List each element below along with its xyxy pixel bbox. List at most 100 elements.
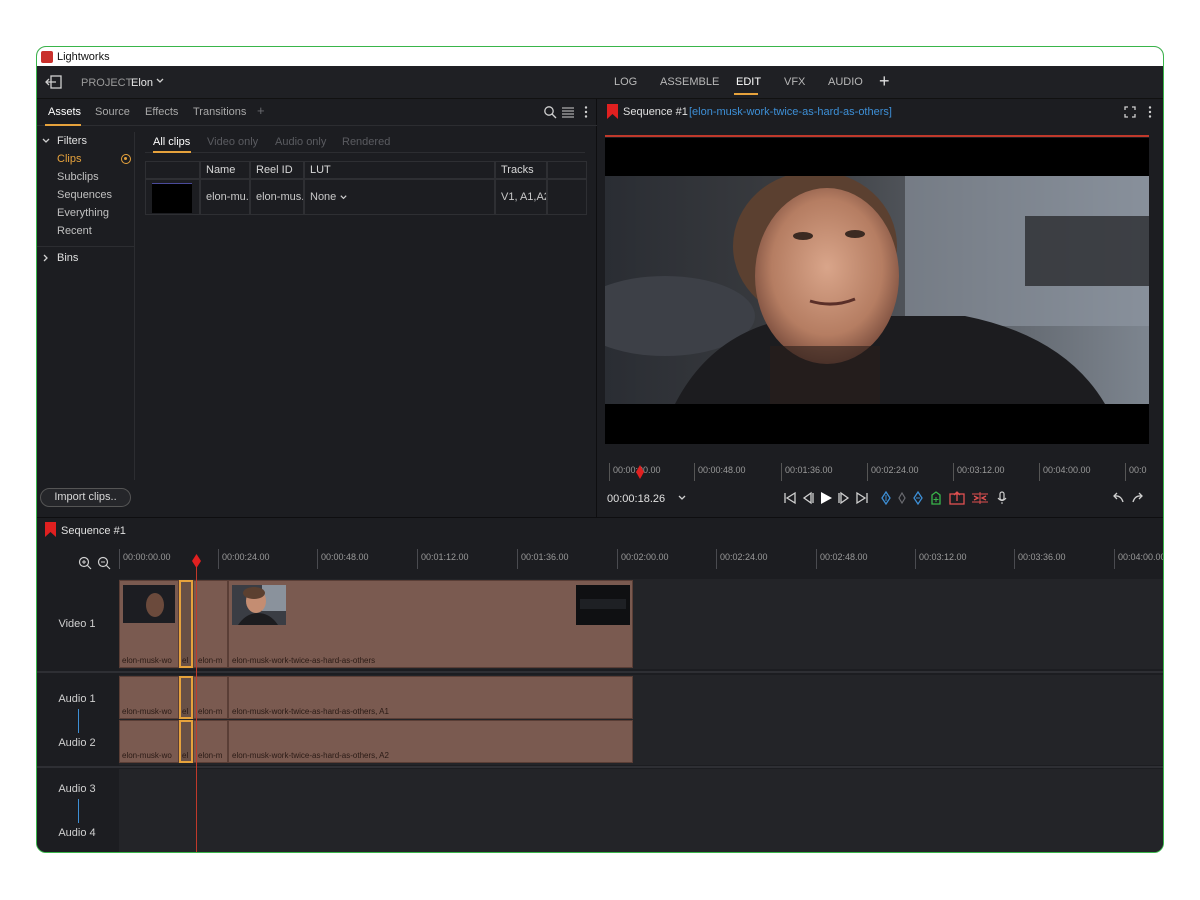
timeline-playhead-icon[interactable] — [192, 554, 201, 568]
video-preview[interactable] — [605, 138, 1149, 444]
sequence-viewer: Sequence #1 [elon-musk-work-twice-as-har… — [599, 99, 1163, 517]
column-header-tracks[interactable]: Tracks — [495, 161, 547, 179]
timeline-ruler[interactable]: 00:00:00.00 00:00:24.00 00:00:48.00 00:0… — [117, 549, 1163, 573]
audio-clip[interactable]: elon-m — [193, 676, 228, 719]
zoom-out-icon[interactable] — [97, 556, 111, 570]
audio-clip[interactable]: elon-m — [193, 720, 228, 763]
clip-thumbnail-image — [576, 585, 630, 625]
tab-video-only[interactable]: Video only — [207, 136, 258, 148]
filter-recent[interactable]: Recent — [57, 225, 92, 237]
clip-thumbnail-cell[interactable] — [145, 179, 200, 215]
audio-3-4-tracks[interactable] — [119, 769, 1163, 852]
column-header-lut[interactable]: LUT — [304, 161, 495, 179]
column-header-name[interactable]: Name — [200, 161, 250, 179]
track-label-audio-2[interactable]: Audio 2 — [37, 737, 117, 749]
add-marker-icon[interactable] — [929, 491, 943, 505]
list-view-icon[interactable] — [561, 105, 575, 119]
go-to-start-icon[interactable] — [783, 491, 797, 505]
tab-assets[interactable]: Assets — [48, 106, 81, 118]
viewer-timeline-ruler[interactable]: 00:00:00.00 00:00:48.00 00:01:36.00 00:0… — [605, 459, 1149, 483]
microphone-icon[interactable] — [995, 491, 1009, 505]
ruler-tick: 00:02:00.00 — [617, 549, 669, 569]
chevron-down-icon[interactable] — [155, 76, 165, 86]
filter-sequences[interactable]: Sequences — [57, 189, 112, 201]
step-back-icon[interactable] — [801, 491, 815, 505]
audio-clip[interactable]: elon-musk-work-twice-as-hard-as-others, … — [228, 720, 633, 763]
clip-name-cell[interactable]: elon-mu.. — [200, 179, 250, 215]
tab-vfx[interactable]: VFX — [784, 76, 805, 88]
sequence-flag-icon — [607, 104, 618, 119]
clip-label: elon-musk-wo — [122, 707, 172, 716]
video-frame-image — [605, 176, 1149, 404]
mark-out-icon[interactable] — [911, 491, 925, 505]
play-icon[interactable] — [819, 491, 833, 505]
project-name-dropdown[interactable]: Elon — [131, 77, 153, 89]
viewer-playhead-icon[interactable] — [636, 465, 644, 479]
mark-clear-icon[interactable] — [895, 491, 909, 505]
clip-thumbnail — [576, 585, 630, 625]
ruler-tick: 00:03:36.00 — [1014, 549, 1066, 569]
chevron-down-icon — [340, 194, 347, 199]
fullscreen-icon[interactable] — [1123, 105, 1137, 119]
selected-clip[interactable]: el — [179, 676, 193, 719]
video-clip[interactable]: elon-m — [193, 580, 228, 668]
ruler-tick: 00:02:24.00 — [867, 463, 919, 481]
filters-header[interactable]: Filters — [57, 135, 87, 147]
tab-rendered[interactable]: Rendered — [342, 136, 390, 148]
add-panel-tab-button[interactable]: + — [257, 103, 265, 118]
tab-source[interactable]: Source — [95, 106, 130, 118]
viewer-timecode[interactable]: 00:00:18.26 — [607, 493, 665, 505]
audio-clip[interactable]: elon-musk-wo — [119, 720, 179, 763]
ruler-tick: 00:04:00.00 — [1039, 463, 1091, 481]
clip-reel-id-cell[interactable]: elon-mus.. — [250, 179, 304, 215]
audio-clip[interactable]: elon-musk-wo — [119, 676, 179, 719]
filter-subclips[interactable]: Subclips — [57, 171, 99, 183]
audio-clip[interactable]: elon-musk-work-twice-as-hard-as-others, … — [228, 676, 633, 719]
clip-tracks-cell[interactable]: V1, A1,A2 — [495, 179, 547, 215]
clip-label: el — [182, 707, 189, 716]
selected-clip[interactable]: el — [179, 720, 193, 763]
zoom-in-icon[interactable] — [78, 556, 92, 570]
selected-filter-radio — [121, 154, 131, 164]
import-clips-button[interactable]: Import clips.. — [40, 488, 131, 507]
undo-icon[interactable] — [1111, 491, 1125, 505]
video-clip[interactable]: elon-musk-wo — [119, 580, 179, 668]
go-to-end-icon[interactable] — [855, 491, 869, 505]
redo-icon[interactable] — [1131, 491, 1145, 505]
mark-in-icon[interactable] — [879, 491, 893, 505]
filter-clips[interactable]: Clips — [57, 153, 81, 165]
track-label-audio-3[interactable]: Audio 3 — [37, 783, 117, 795]
clip-lut-dropdown[interactable]: None — [304, 179, 495, 215]
lift-icon[interactable] — [949, 491, 965, 505]
track-label-video-1[interactable]: Video 1 — [37, 618, 117, 630]
add-tab-button[interactable]: + — [879, 71, 890, 92]
track-label-audio-4[interactable]: Audio 4 — [37, 827, 117, 839]
clip-label: elon-musk-work-twice-as-hard-as-others, … — [232, 751, 389, 760]
video-clip[interactable]: elon-musk-work-twice-as-hard-as-others — [228, 580, 633, 668]
tab-effects[interactable]: Effects — [145, 106, 178, 118]
tab-transitions[interactable]: Transitions — [193, 106, 246, 118]
step-forward-icon[interactable] — [837, 491, 851, 505]
chevron-down-icon[interactable] — [677, 493, 687, 503]
timeline-playhead-line[interactable] — [196, 563, 197, 852]
ruler-tick: 00:0 — [1125, 463, 1147, 481]
track-label-audio-1[interactable]: Audio 1 — [37, 693, 117, 705]
search-icon[interactable] — [543, 105, 557, 119]
bins-header[interactable]: Bins — [57, 252, 78, 264]
ruler-tick: 00:02:24.00 — [716, 549, 768, 569]
column-header-reel-id[interactable]: Reel ID — [250, 161, 304, 179]
more-options-icon[interactable] — [579, 105, 593, 119]
exit-project-icon[interactable] — [45, 74, 63, 90]
chevron-down-icon[interactable] — [41, 136, 51, 146]
more-options-icon[interactable] — [1143, 105, 1157, 119]
tab-audio-only[interactable]: Audio only — [275, 136, 326, 148]
tab-assemble[interactable]: ASSEMBLE — [660, 76, 719, 88]
filter-everything[interactable]: Everything — [57, 207, 109, 219]
tab-audio[interactable]: AUDIO — [828, 76, 863, 88]
tab-edit[interactable]: EDIT — [736, 76, 761, 88]
tab-log[interactable]: LOG — [614, 76, 637, 88]
extract-icon[interactable] — [971, 491, 989, 505]
tab-all-clips[interactable]: All clips — [153, 136, 190, 148]
chevron-right-icon[interactable] — [41, 253, 51, 263]
selected-clip[interactable]: el — [179, 580, 193, 668]
